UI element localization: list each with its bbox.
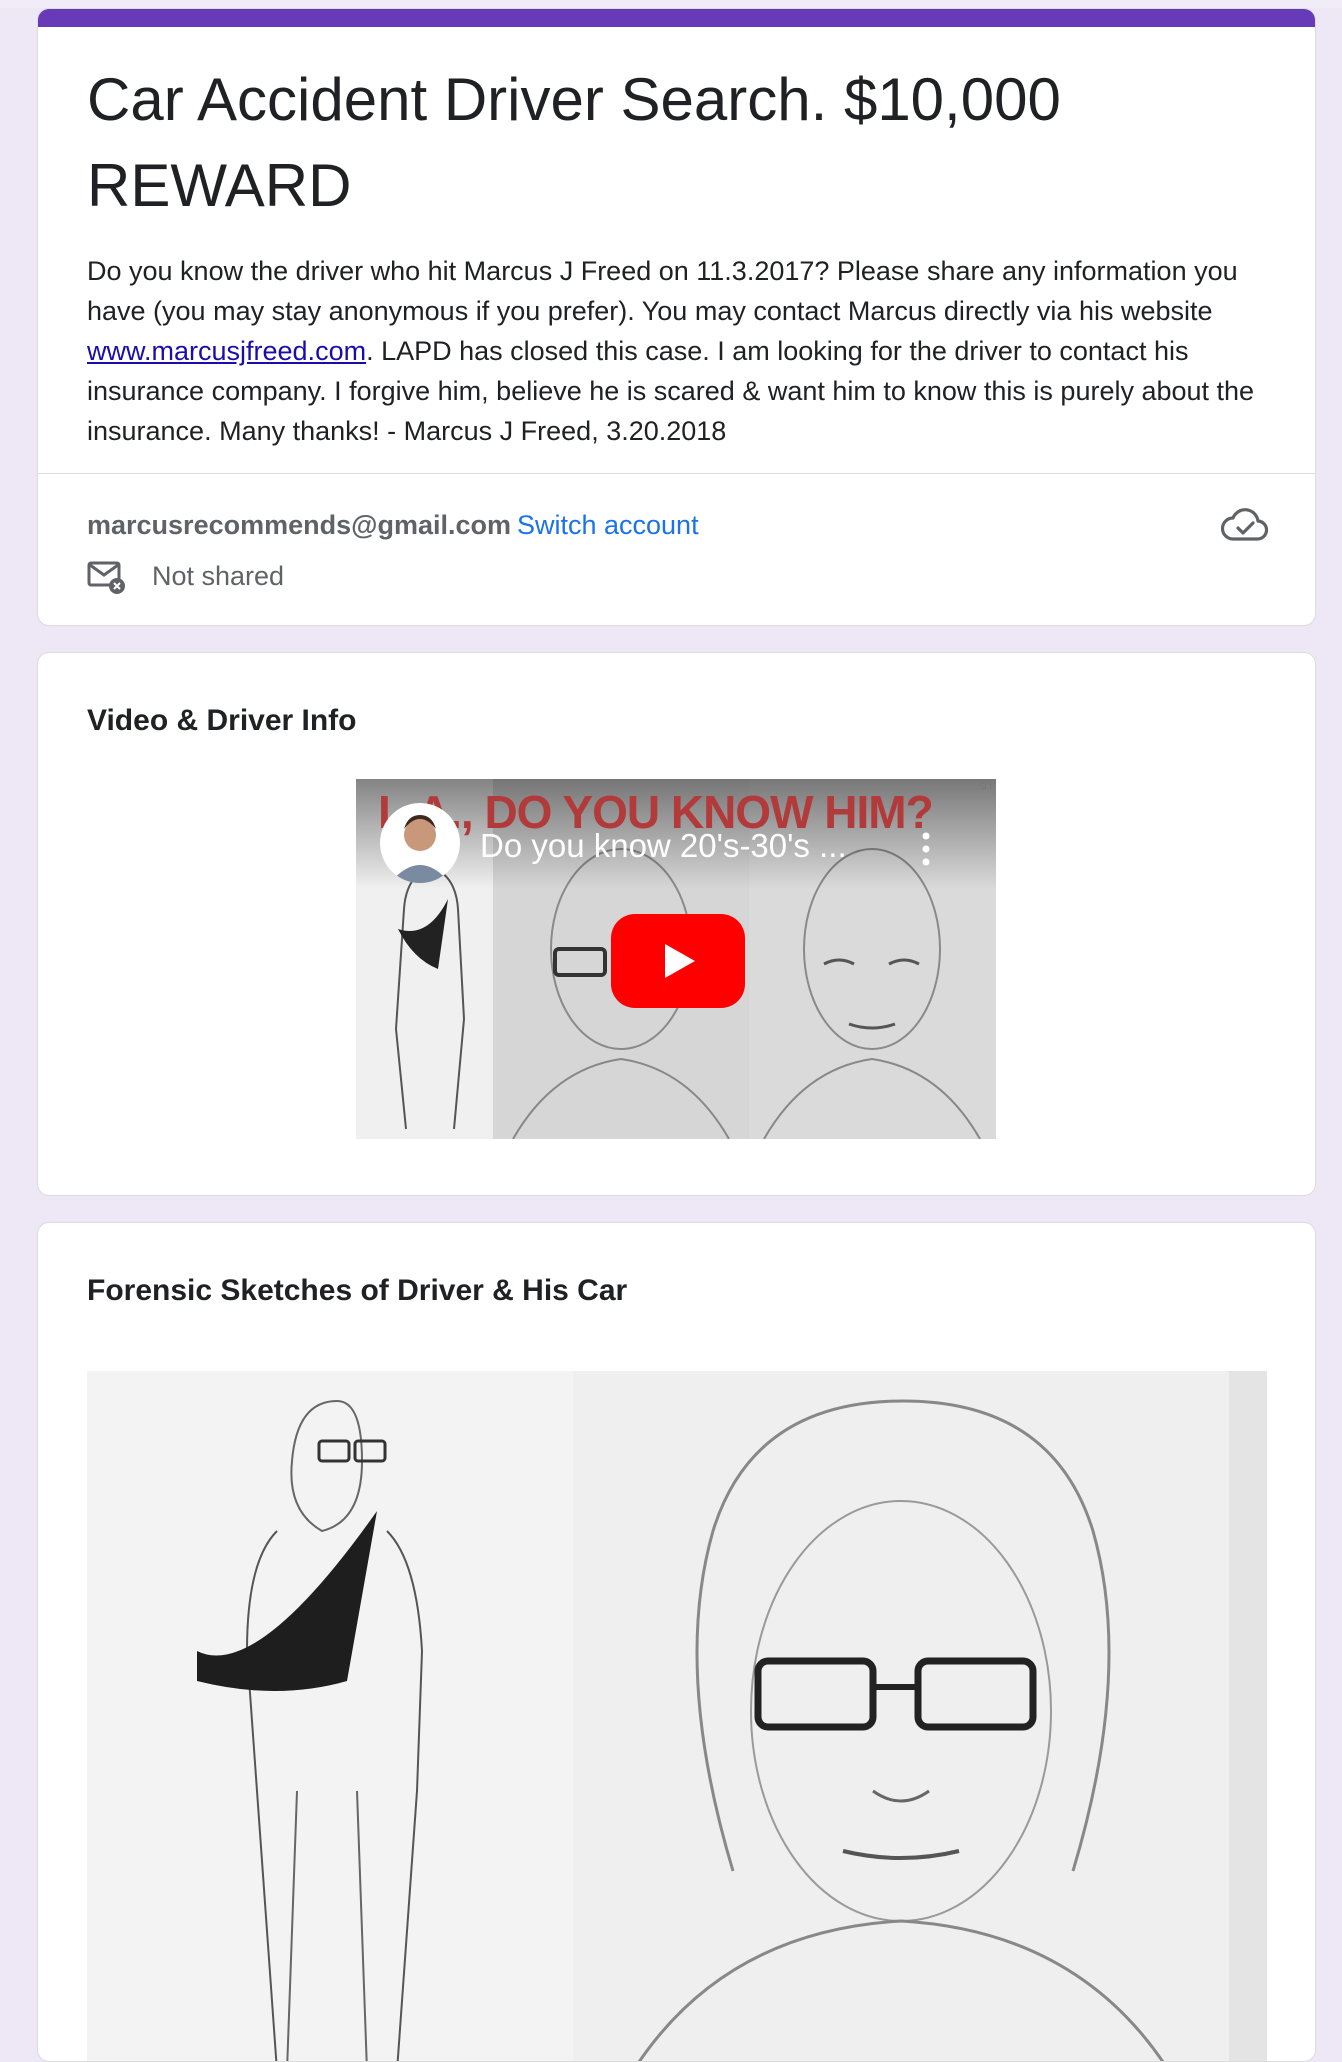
- form-description: Do you know the driver who hit Marcus J …: [87, 251, 1287, 451]
- video-corner-mark: רבי: [978, 781, 992, 792]
- forensic-sketch-image: [87, 1371, 1267, 2061]
- cloud-check-icon[interactable]: [1221, 503, 1269, 547]
- form-description-text: Do you know the driver who hit Marcus J …: [87, 256, 1238, 326]
- sketch-edge: [1229, 1371, 1267, 2061]
- not-shared-label: Not shared: [152, 560, 285, 591]
- form-accent-bar: [38, 9, 1315, 27]
- header-divider: [38, 473, 1315, 474]
- youtube-play-icon[interactable]: [611, 914, 745, 1008]
- more-vert-icon[interactable]: [918, 831, 934, 867]
- video-title[interactable]: Do you know 20's-30's ...: [480, 827, 847, 865]
- form-header-card: Car Accident Driver Search. $10,000 REWA…: [37, 8, 1316, 626]
- video-section-card: Video & Driver Info L.A., DO YOU KNOW HI…: [37, 652, 1316, 1196]
- channel-avatar-photo: [390, 815, 450, 883]
- switch-account-link[interactable]: Switch account: [517, 510, 699, 540]
- top-strip: [0, 0, 1342, 8]
- sketch-section-card: Forensic Sketches of Driver & His Car: [37, 1222, 1316, 2062]
- video-section-title: Video & Driver Info: [87, 704, 357, 737]
- full-body-sketch: [197, 1399, 424, 2061]
- sketch-face-glasses: [573, 1371, 1229, 2061]
- sketch-section-title: Forensic Sketches of Driver & His Car: [87, 1274, 628, 1307]
- mail-not-shared-icon: [87, 561, 125, 594]
- account-row: marcusrecommends@gmail.com Switch account: [87, 506, 699, 544]
- sketch-full-body: [87, 1371, 573, 2061]
- large-face-sketch: [637, 1399, 1165, 2061]
- channel-avatar[interactable]: [380, 803, 460, 883]
- account-email: marcusrecommends@gmail.com: [87, 510, 511, 540]
- not-shared-row: Not shared: [87, 556, 284, 596]
- form-title: Car Accident Driver Search. $10,000 REWA…: [87, 66, 1061, 219]
- website-link[interactable]: www.marcusjfreed.com: [87, 336, 366, 366]
- youtube-video-embed[interactable]: L.A., DO YOU KNOW HIM? Do you know 20's-…: [356, 779, 996, 1139]
